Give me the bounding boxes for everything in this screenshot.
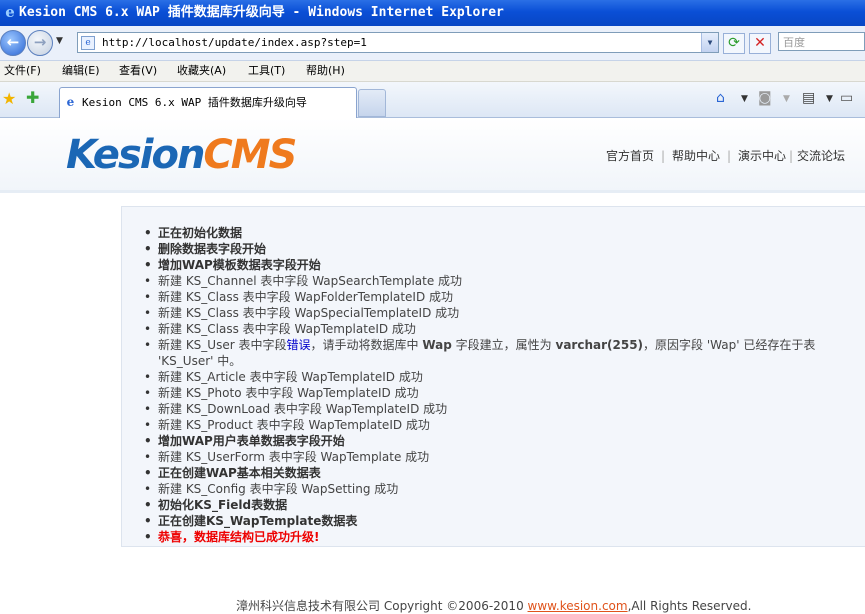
log-item: 新建 KS_Class 表中字段 WapFolderTemplateID 成功 [141, 289, 841, 305]
log-item-error: 新建 KS_User 表中字段错误，请手动将数据库中 Wap 字段建立，属性为 … [141, 337, 841, 369]
upgrade-log: 正在初始化数据 删除数据表字段开始 增加WAP模板数据表字段开始 新建 KS_C… [141, 225, 841, 545]
log-item: 增加WAP用户表单数据表字段开始 [141, 433, 841, 449]
error-link[interactable]: 错误 [286, 338, 310, 352]
refresh-button[interactable]: ⟳ [723, 33, 745, 54]
log-item: 新建 KS_Channel 表中字段 WapSearchTemplate 成功 [141, 273, 841, 289]
print-dropdown-icon[interactable]: ▼ [826, 94, 833, 104]
log-item: 初始化KS_Field表数据 [141, 497, 841, 513]
favorites-star-icon[interactable]: ★ [2, 89, 16, 108]
nav-separator: | [727, 149, 732, 163]
menu-help[interactable]: 帮助(H) [306, 61, 345, 81]
success-message: 恭喜，数据库结构已成功升级! [141, 529, 841, 545]
address-input[interactable]: e http://localhost/update/index.asp?step… [77, 32, 719, 53]
site-header: KesionCMS 官方首页 | 帮助中心 | 演示中心 | 交流论坛 [0, 118, 865, 193]
page-icon: e [81, 36, 95, 50]
tab-active[interactable]: e Kesion CMS 6.x WAP 插件数据库升级向导 [59, 87, 357, 118]
nav-separator: | [789, 149, 794, 163]
footer-copyright: Copyright ©2006-2010 [383, 599, 524, 613]
nav-official-home[interactable]: 官方首页 [606, 148, 654, 164]
log-item: 新建 KS_Config 表中字段 WapSetting 成功 [141, 481, 841, 497]
menu-edit[interactable]: 编辑(E) [62, 61, 100, 81]
log-item: 删除数据表字段开始 [141, 241, 841, 257]
nav-separator: | [661, 149, 666, 163]
log-item: 新建 KS_Photo 表中字段 WapTemplateID 成功 [141, 385, 841, 401]
menu-file[interactable]: 文件(F) [4, 61, 41, 81]
ie-icon: e [5, 3, 15, 21]
upgrade-log-panel: 正在初始化数据 删除数据表字段开始 增加WAP模板数据表字段开始 新建 KS_C… [121, 206, 865, 547]
nav-help-center[interactable]: 帮助中心 [672, 148, 720, 164]
log-item: 新建 KS_UserForm 表中字段 WapTemplate 成功 [141, 449, 841, 465]
tab-bar: ★ ✚ e Kesion CMS 6.x WAP 插件数据库升级向导 ⌂ ▼ ◙… [0, 82, 865, 118]
log-item: 正在初始化数据 [141, 225, 841, 241]
kesioncms-logo[interactable]: KesionCMS [66, 132, 297, 178]
log-item: 新建 KS_DownLoad 表中字段 WapTemplateID 成功 [141, 401, 841, 417]
log-item: 正在创建WAP基本相关数据表 [141, 465, 841, 481]
feeds-dropdown-icon[interactable]: ▼ [783, 94, 790, 104]
footer-company: 漳州科兴信息技术有限公司 [236, 599, 381, 613]
menu-bar: 文件(F) 编辑(E) 查看(V) 收藏夹(A) 工具(T) 帮助(H) [0, 61, 865, 82]
tab-title: Kesion CMS 6.x WAP 插件数据库升级向导 [82, 96, 307, 109]
log-item: 新建 KS_Article 表中字段 WapTemplateID 成功 [141, 369, 841, 385]
forward-button[interactable]: → [27, 30, 53, 56]
new-tab-button[interactable] [358, 89, 386, 117]
search-input[interactable]: 百度 [778, 32, 865, 51]
log-item: 新建 KS_Class 表中字段 WapSpecialTemplateID 成功 [141, 305, 841, 321]
add-favorite-icon[interactable]: ✚ [26, 88, 39, 107]
nav-forum[interactable]: 交流论坛 [797, 148, 845, 164]
menu-tools[interactable]: 工具(T) [248, 61, 285, 81]
log-item: 正在创建KS_WapTemplate数据表 [141, 513, 841, 529]
print-icon[interactable]: ▤ [802, 90, 815, 106]
home-dropdown-icon[interactable]: ▼ [741, 94, 748, 104]
address-dropdown-icon[interactable]: ▼ [701, 33, 718, 52]
page-menu-icon[interactable]: ▭ [840, 90, 853, 106]
site-footer: 漳州科兴信息技术有限公司 Copyright ©2006-2010 www.ke… [236, 597, 751, 614]
menu-view[interactable]: 查看(V) [119, 61, 157, 81]
history-dropdown-icon[interactable]: ▼ [56, 36, 63, 46]
footer-rights: ,All Rights Reserved. [627, 599, 752, 613]
nav-demo-center[interactable]: 演示中心 [738, 148, 786, 164]
log-item: 新建 KS_Class 表中字段 WapTemplateID 成功 [141, 321, 841, 337]
stop-button[interactable]: ✕ [749, 33, 771, 54]
address-text: http://localhost/update/index.asp?step=1 [102, 36, 367, 49]
home-icon[interactable]: ⌂ [716, 90, 725, 106]
log-item: 增加WAP模板数据表字段开始 [141, 257, 841, 273]
window-titlebar: e Kesion CMS 6.x WAP 插件数据库升级向导 - Windows… [0, 0, 865, 26]
back-button[interactable]: ← [0, 30, 26, 56]
feeds-icon[interactable]: ◙ [758, 90, 772, 106]
log-item: 新建 KS_Product 表中字段 WapTemplateID 成功 [141, 417, 841, 433]
menu-favorites[interactable]: 收藏夹(A) [177, 61, 226, 81]
footer-site-link[interactable]: www.kesion.com [528, 599, 628, 613]
window-title: Kesion CMS 6.x WAP 插件数据库升级向导 - Windows I… [19, 5, 504, 20]
tab-page-icon: e [66, 95, 75, 109]
address-toolbar: ← → ▼ e http://localhost/update/index.as… [0, 26, 865, 61]
